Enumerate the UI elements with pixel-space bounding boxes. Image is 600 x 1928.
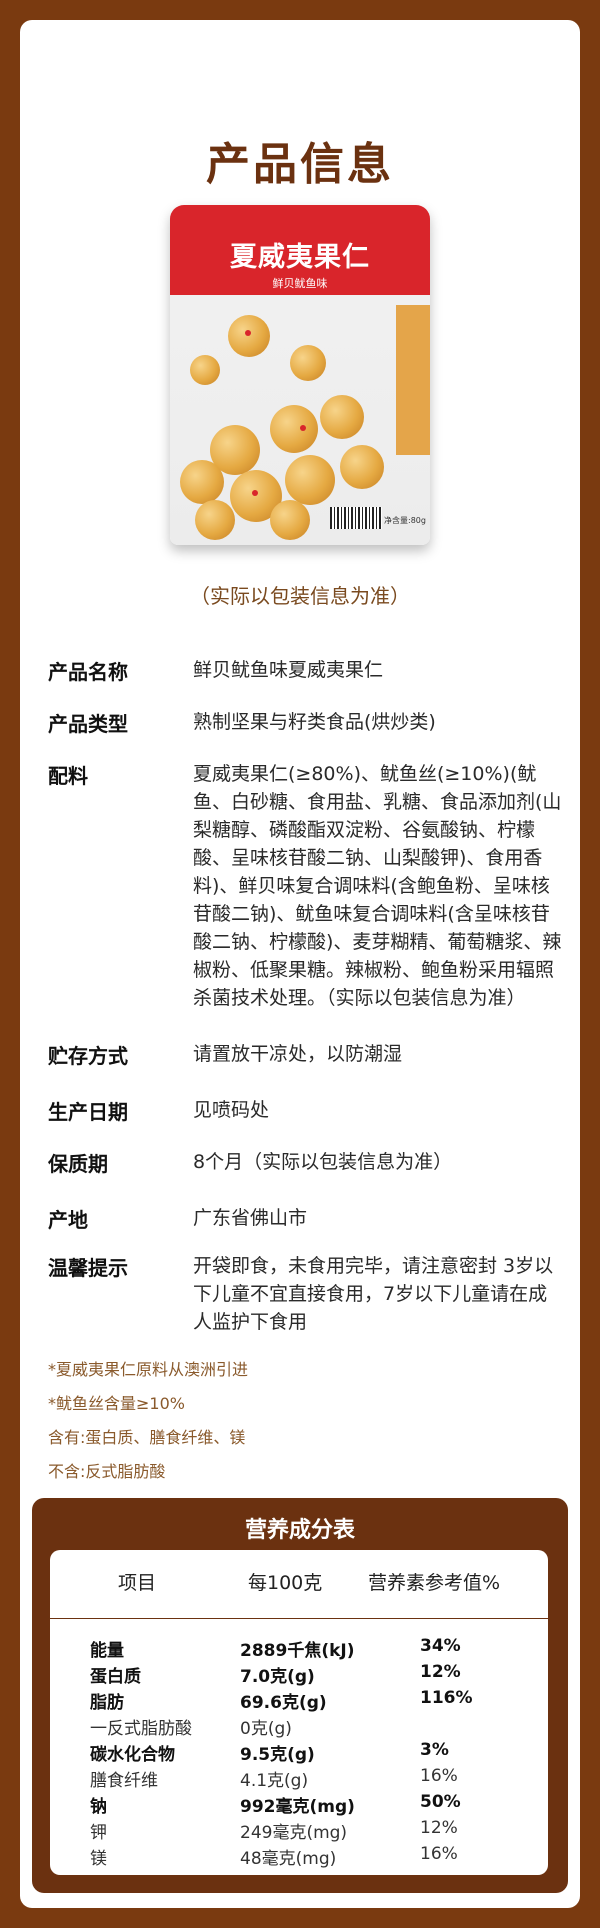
nut-illustration [228,315,270,357]
table-row: 钠 992毫克(mg) 50% [50,1792,548,1817]
nutrition-table-body: 项目 每100克 营养素参考值% 能量 2889千焦(kJ) 34% 蛋白质 7… [50,1550,548,1875]
nutrient-amount: 4.1克(g) [240,1771,309,1791]
nutrient-nrv: 12% [420,1818,458,1838]
nutrient-amount: 69.6克(g) [240,1693,327,1713]
nutrient-nrv: 12% [420,1662,461,1682]
nutrient-name: 镁 [90,1849,107,1869]
table-row: 钾 249毫克(mg) 12% [50,1818,548,1843]
nutrient-amount: 7.0克(g) [240,1667,315,1687]
nutrient-name: 钠 [90,1797,107,1817]
nutrient-name: 能量 [90,1641,124,1661]
chili-flake [252,490,258,496]
nutrient-name: 脂肪 [90,1693,124,1713]
table-row: 脂肪 69.6克(g) 116% [50,1688,548,1713]
nutrient-nrv: 3% [420,1740,449,1760]
info-label: 温馨提示 [48,1256,128,1280]
nutrient-amount: 992毫克(mg) [240,1797,355,1817]
nut-illustration [180,460,224,504]
info-value: 见喷码处 [193,1099,270,1121]
column-header: 项目 [118,1572,157,1594]
footnote: 含有:蛋白质、膳食纤维、镁 [48,1428,246,1447]
chili-flake [245,330,251,336]
header-divider [50,1618,548,1619]
info-value: 请置放干凉处，以防潮湿 [193,1043,403,1065]
nutrient-amount: 2889千焦(kJ) [240,1641,355,1661]
info-label: 贮存方式 [48,1044,128,1068]
nutrition-table: 营养成分表 项目 每100克 营养素参考值% 能量 2889千焦(kJ) 34%… [32,1498,568,1893]
info-label: 生产日期 [48,1100,128,1124]
nut-illustration [270,405,318,453]
table-row: 膳食纤维 4.1克(g) 16% [50,1766,548,1791]
info-row-name: 产品名称 鲜贝鱿鱼味夏威夷果仁 [48,656,558,686]
info-row-production-date: 生产日期 见喷码处 [48,1096,558,1126]
nut-illustration [290,345,326,381]
info-value: 熟制坚果与籽类食品(烘炒类) [193,711,436,733]
nutrient-nrv: 16% [420,1844,458,1864]
nutrient-name: 一反式脂肪酸 [90,1719,192,1739]
info-value: 8个月（实际以包装信息为准） [193,1151,453,1173]
column-header: 每100克 [248,1572,323,1594]
table-row: 镁 48毫克(mg) 16% [50,1844,548,1869]
info-value: 鲜贝鱿鱼味夏威夷果仁 [193,659,384,681]
nutrition-title: 营养成分表 [244,1518,355,1543]
package-flavor: 鲜贝鱿鱼味 [272,277,328,290]
nut-illustration [270,500,310,540]
nut-illustration [340,445,384,489]
info-row-storage: 贮存方式 请置放干凉处，以防潮湿 [48,1040,558,1070]
packaging-note: （实际以包装信息为准） [190,584,410,608]
info-value: 开袋即食，未食用完毕，请注意密封 3岁以下儿童不宜直接食用，7岁以下儿童请在成人… [193,1255,554,1333]
nutrient-nrv: 34% [420,1636,461,1656]
nutrient-name: 蛋白质 [90,1667,141,1687]
table-row: 碳水化合物 9.5克(g) 3% [50,1740,548,1765]
table-row: 一反式脂肪酸 0克(g) [50,1714,548,1739]
nut-illustration [320,395,364,439]
footnote: 不含:反式脂肪酸 [48,1462,166,1481]
nutrient-amount: 9.5克(g) [240,1745,315,1765]
table-row: 蛋白质 7.0克(g) 12% [50,1662,548,1687]
column-header: 营养素参考值% [368,1572,501,1594]
nutrient-name: 钾 [90,1823,107,1843]
footnote: *夏威夷果仁原料从澳洲引进 [48,1360,249,1379]
nutrient-nrv: 116% [420,1688,473,1708]
info-label: 产品名称 [48,660,128,684]
footnote: *鱿鱼丝含量≥10% [48,1394,185,1413]
info-row-shelf-life: 保质期 8个月（实际以包装信息为准） [48,1148,558,1178]
page-title: 产品信息 [206,139,394,190]
chili-flake [300,425,306,431]
info-row-tips: 温馨提示 开袋即食，未食用完毕，请注意密封 3岁以下儿童不宜直接食用，7岁以下儿… [48,1252,558,1342]
nutrient-amount: 48毫克(mg) [240,1849,337,1869]
info-row-type: 产品类型 熟制坚果与籽类食品(烘炒类) [48,708,558,738]
package-side-panel [396,305,430,455]
info-row-ingredients: 配料 夏威夷果仁(≥80%)、鱿鱼丝(≥10%)(鱿鱼、白砂糖、食用盐、乳糖、食… [48,760,561,1020]
nutrient-nrv: 50% [420,1792,461,1812]
info-value: 广东省佛山市 [193,1207,308,1229]
barcode [330,507,382,529]
nutrient-name: 膳食纤维 [90,1771,158,1791]
nut-illustration [195,500,235,540]
info-label: 保质期 [48,1152,108,1176]
nut-illustration [285,455,335,505]
nut-illustration [190,355,220,385]
info-value: 夏威夷果仁(≥80%)、鱿鱼丝(≥10%)(鱿鱼、白砂糖、食用盐、乳糖、食品添加… [193,763,562,1009]
nutrient-amount: 0克(g) [240,1719,292,1739]
package-product-name: 夏威夷果仁 [230,242,370,273]
info-label: 配料 [48,764,88,788]
package-weight: 净含量:80g [384,516,426,525]
info-label: 产品类型 [48,712,128,736]
nutrient-name: 碳水化合物 [90,1745,175,1765]
nutrient-amount: 249毫克(mg) [240,1823,348,1843]
table-row: 能量 2889千焦(kJ) 34% [50,1636,548,1661]
product-package-image: 夏威夷果仁 鲜贝鱿鱼味 净含量:80g [170,205,430,545]
nutrient-nrv: 16% [420,1766,458,1786]
info-row-origin: 产地 广东省佛山市 [48,1204,558,1234]
info-label: 产地 [48,1208,88,1232]
